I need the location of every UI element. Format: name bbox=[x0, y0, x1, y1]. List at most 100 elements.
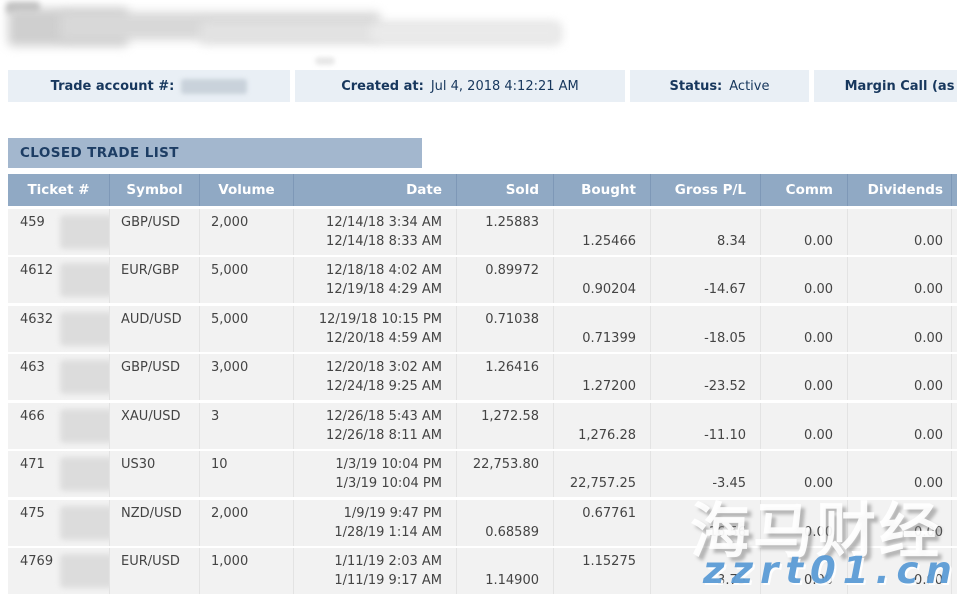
dividends: 0.00 bbox=[848, 232, 943, 251]
cell-ticket: 4769 bbox=[8, 548, 109, 594]
cell-bought: 1,276.28 bbox=[553, 403, 650, 449]
bought-price: 1,276.28 bbox=[554, 426, 636, 445]
open-date: 1/3/19 10:04 PM bbox=[294, 455, 442, 474]
comm: 0.00 bbox=[761, 571, 833, 590]
open-date: 1/9/19 9:47 PM bbox=[294, 504, 442, 523]
close-date: 1/3/19 10:04 PM bbox=[294, 474, 442, 493]
sold-price: 1.14900 bbox=[457, 571, 539, 590]
symbol: EUR/USD bbox=[121, 552, 199, 571]
cell-ticket: 459 bbox=[8, 209, 109, 255]
redacted-account-number bbox=[181, 79, 247, 94]
tab-closed-trade-list[interactable]: CLOSED TRADE LIST bbox=[8, 138, 422, 168]
created-at-label: Created at: bbox=[341, 79, 424, 94]
volume: 2,000 bbox=[211, 504, 293, 523]
cell-clipped bbox=[951, 354, 957, 400]
cell-sold: 1.14900 bbox=[456, 548, 553, 594]
cell-date: 1/11/19 2:03 AM 1/11/19 9:17 AM bbox=[293, 548, 456, 594]
column-header-bought: Bought bbox=[553, 174, 650, 206]
bought-price bbox=[554, 571, 636, 590]
sold-price bbox=[457, 474, 539, 493]
comm: 0.00 bbox=[761, 329, 833, 348]
cell-ticket: 471 bbox=[8, 451, 109, 497]
cell-bought: 22,757.25 bbox=[553, 451, 650, 497]
column-header-date: Date bbox=[293, 174, 456, 206]
sold-price bbox=[457, 426, 539, 445]
cell-volume: 5,000 bbox=[199, 257, 293, 303]
bought-price bbox=[554, 310, 636, 329]
gross-pl: -11.10 bbox=[651, 426, 746, 445]
gross-pl: -3.45 bbox=[651, 474, 746, 493]
cell-sold: 0.68589 bbox=[456, 500, 553, 546]
dividends: 0.00 bbox=[848, 329, 943, 348]
cell-bought: 1.25466 bbox=[553, 209, 650, 255]
cell-comm: 0.00 bbox=[760, 451, 847, 497]
column-header-gross-pl: Gross P/L bbox=[650, 174, 760, 206]
cell-volume: 10 bbox=[199, 451, 293, 497]
cell-gross-pl: -18.05 bbox=[650, 306, 760, 352]
cell-comm: 0.00 bbox=[760, 257, 847, 303]
cell-gross-pl: -11.10 bbox=[650, 403, 760, 449]
column-header-comm: Comm bbox=[760, 174, 847, 206]
cell-comm: 0.00 bbox=[760, 354, 847, 400]
cell-comm: 0.00 bbox=[760, 209, 847, 255]
bought-price bbox=[554, 523, 636, 542]
open-date: 12/14/18 3:34 AM bbox=[294, 213, 442, 232]
cell-bought: 0.67761 bbox=[553, 500, 650, 546]
cell-symbol: AUD/USD bbox=[109, 306, 199, 352]
symbol: AUD/USD bbox=[121, 310, 199, 329]
volume: 1,000 bbox=[211, 552, 293, 571]
cell-volume: 2,000 bbox=[199, 209, 293, 255]
cell-ticket: 463 bbox=[8, 354, 109, 400]
sold-price bbox=[457, 329, 539, 348]
cell-comm: 0.00 bbox=[760, 548, 847, 594]
cell-clipped bbox=[951, 257, 957, 303]
column-header-volume: Volume bbox=[199, 174, 293, 206]
status-label: Status: bbox=[670, 79, 723, 94]
status-value: Active bbox=[729, 79, 769, 94]
margin-call-label: Margin Call (as bbox=[845, 79, 955, 94]
comm: 0.00 bbox=[761, 523, 833, 542]
dividends: 0.00 bbox=[848, 523, 943, 542]
cell-symbol: EUR/GBP bbox=[109, 257, 199, 303]
trade-account-label: Trade account #: bbox=[51, 79, 175, 94]
comm: 0.00 bbox=[761, 474, 833, 493]
column-header-symbol: Symbol bbox=[109, 174, 199, 206]
redacted-ticket bbox=[60, 263, 109, 297]
redacted-ticket bbox=[60, 312, 109, 346]
symbol: NZD/USD bbox=[121, 504, 199, 523]
cell-dividends: 0.00 bbox=[847, 354, 951, 400]
cell-dividends: 0.00 bbox=[847, 451, 951, 497]
cell-volume: 1,000 bbox=[199, 548, 293, 594]
cell-comm: 0.00 bbox=[760, 403, 847, 449]
table-row: 466 XAU/USD 3 12/26/18 5:43 AM 12/26/18 … bbox=[8, 403, 957, 449]
redacted-ticket bbox=[60, 457, 109, 491]
gross-pl: 16.56 bbox=[651, 523, 746, 542]
created-at-value: Jul 4, 2018 4:12:21 AM bbox=[431, 79, 579, 94]
cell-symbol: US30 bbox=[109, 451, 199, 497]
sold-price: 22,753.80 bbox=[457, 455, 539, 474]
bought-price bbox=[554, 358, 636, 377]
cell-clipped bbox=[951, 548, 957, 594]
bought-price bbox=[554, 261, 636, 280]
cell-date: 12/14/18 3:34 AM 12/14/18 8:33 AM bbox=[293, 209, 456, 255]
column-header-clipped bbox=[951, 174, 957, 206]
dividends: 0.00 bbox=[848, 474, 943, 493]
cell-clipped bbox=[951, 500, 957, 546]
table-header-row: Ticket # Symbol Volume Date Sold Bought … bbox=[8, 174, 957, 206]
dividends: 0.00 bbox=[848, 377, 943, 396]
cell-dividends: 0.00 bbox=[847, 209, 951, 255]
cell-ticket: 466 bbox=[8, 403, 109, 449]
symbol: GBP/USD bbox=[121, 213, 199, 232]
redacted-ticket bbox=[60, 554, 109, 588]
cell-symbol: NZD/USD bbox=[109, 500, 199, 546]
cell-ticket: 4632 bbox=[8, 306, 109, 352]
sold-price bbox=[457, 552, 539, 571]
table-row: 459 GBP/USD 2,000 12/14/18 3:34 AM 12/14… bbox=[8, 209, 957, 255]
cell-clipped bbox=[951, 451, 957, 497]
bought-price: 1.25466 bbox=[554, 232, 636, 251]
close-date: 12/19/18 4:29 AM bbox=[294, 280, 442, 299]
cell-symbol: EUR/USD bbox=[109, 548, 199, 594]
close-date: 1/11/19 9:17 AM bbox=[294, 571, 442, 590]
margin-call-cell: Margin Call (as bbox=[814, 70, 957, 102]
cell-bought: 1.15275 bbox=[553, 548, 650, 594]
